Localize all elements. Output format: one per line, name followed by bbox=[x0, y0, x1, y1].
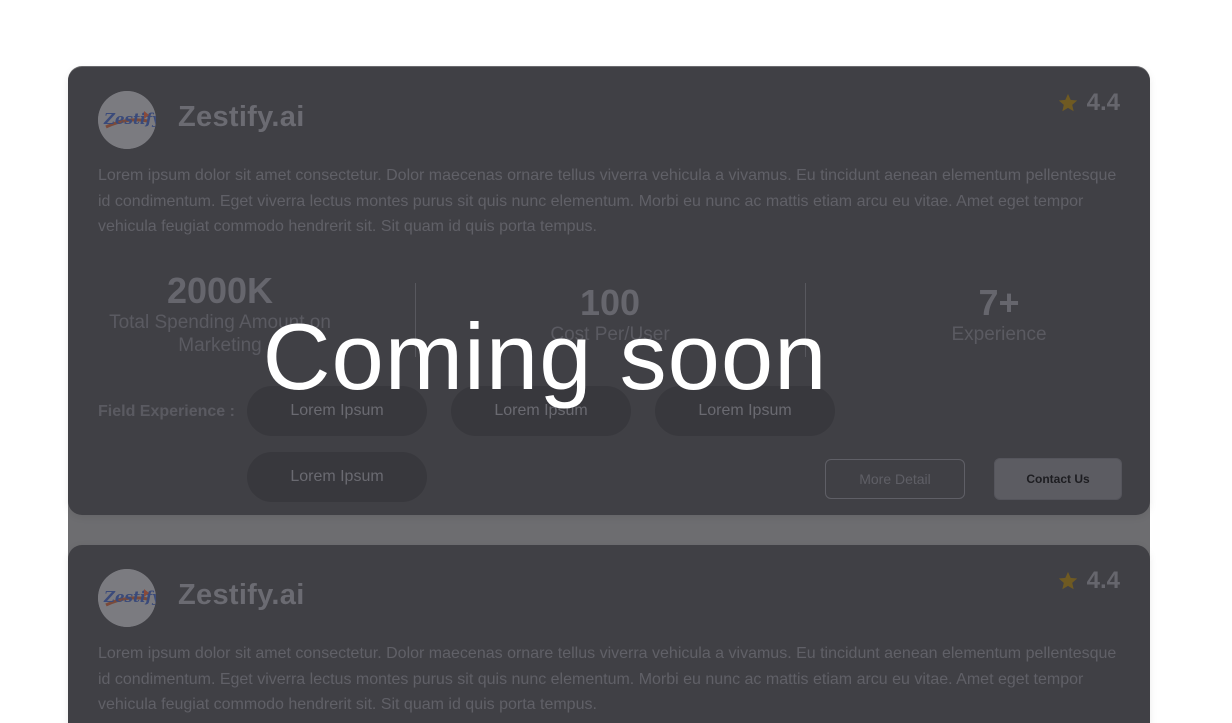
stat-experience: 7+ Experience bbox=[869, 283, 1129, 346]
company-name: Zestify.ai bbox=[178, 101, 305, 133]
field-experience-label: Field Experience : bbox=[98, 403, 235, 420]
company-logo: Zestify bbox=[98, 569, 156, 627]
svg-text:Zestify: Zestify bbox=[103, 110, 156, 128]
stat-divider bbox=[415, 283, 416, 357]
field-chip[interactable]: Lorem Ipsum bbox=[247, 452, 427, 502]
field-chip[interactable]: Lorem Ipsum bbox=[247, 386, 427, 436]
agency-card: Zestify Zestify.ai 4.4 Lorem ipsum dolor… bbox=[68, 67, 1150, 515]
rating: 4.4 bbox=[1057, 567, 1120, 595]
star-icon bbox=[1057, 570, 1079, 592]
contact-us-button[interactable]: Contact Us bbox=[994, 458, 1122, 500]
stat-divider bbox=[805, 283, 806, 357]
company-description: Lorem ipsum dolor sit amet consectetur. … bbox=[98, 167, 1117, 235]
field-chip[interactable]: Lorem Ipsum bbox=[451, 386, 631, 436]
company-name: Zestify.ai bbox=[178, 579, 305, 611]
svg-text:Zestify: Zestify bbox=[103, 588, 156, 606]
company-logo: Zestify bbox=[98, 91, 156, 149]
company-description: Lorem ipsum dolor sit amet consectetur. … bbox=[98, 645, 1117, 713]
listing-page: Zestify Zestify.ai 4.4 Lorem ipsum dolor… bbox=[0, 0, 1232, 723]
stat-label: Experience bbox=[951, 324, 1047, 345]
stat-label: Cost Per/User bbox=[550, 324, 670, 345]
more-detail-button[interactable]: More Detail bbox=[825, 459, 965, 499]
field-chip[interactable]: Lorem Ipsum bbox=[655, 386, 835, 436]
stat-total-spending: 2000K Total Spending Amount on Marketing bbox=[90, 271, 350, 357]
stat-value: 7+ bbox=[978, 282, 1020, 323]
rating-value: 4.4 bbox=[1086, 567, 1120, 594]
stat-cost-per-user: 100 Cost Per/User bbox=[480, 283, 740, 346]
rating-value: 4.4 bbox=[1086, 89, 1120, 116]
star-icon bbox=[1057, 92, 1079, 114]
agency-card: Zestify Zestify.ai 4.4 Lorem ipsum dolor… bbox=[68, 545, 1150, 723]
stat-label: Total Spending Amount on Marketing bbox=[109, 312, 331, 356]
stat-value: 2000K bbox=[166, 270, 274, 311]
stat-value: 100 bbox=[579, 282, 641, 323]
rating: 4.4 bbox=[1057, 89, 1120, 117]
